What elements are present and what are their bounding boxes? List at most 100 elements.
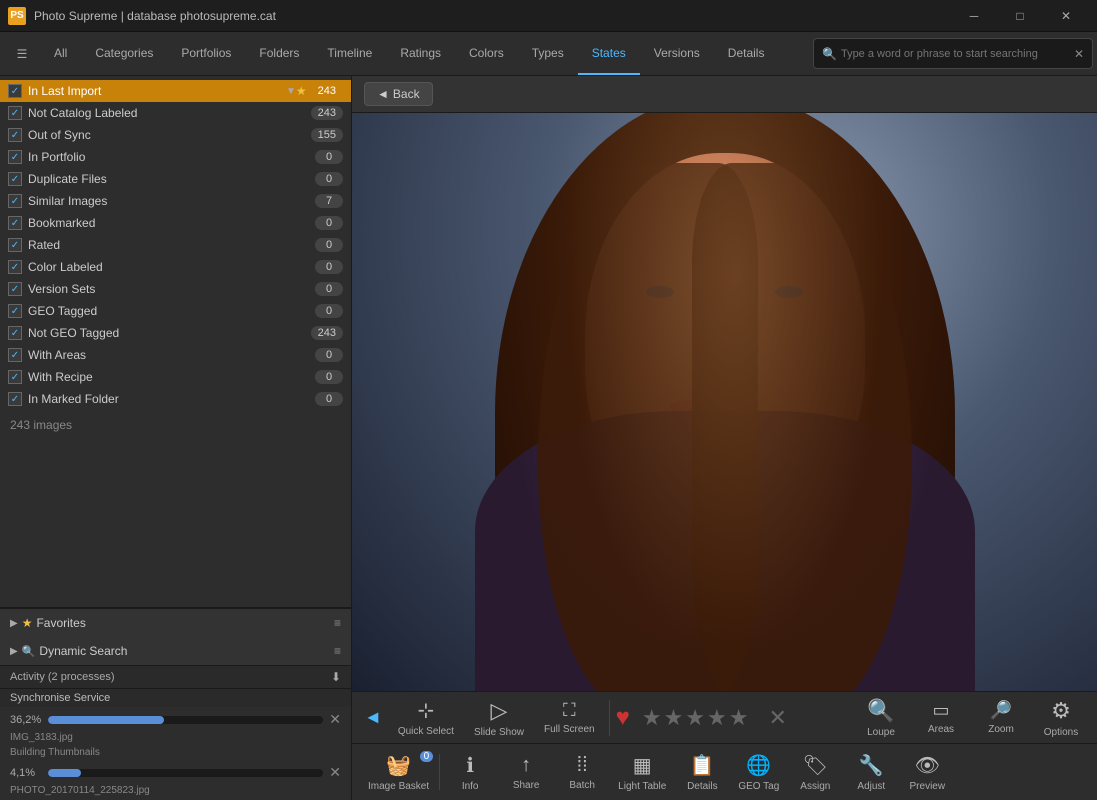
- sidebar-item-version-sets[interactable]: Version Sets 0: [0, 278, 351, 300]
- zoom-button[interactable]: 🔎 Zoom: [973, 696, 1029, 739]
- dynamic-search-item[interactable]: ▶ 🔍 Dynamic Search ≡: [0, 637, 351, 665]
- star-2-button[interactable]: ★: [664, 705, 684, 731]
- checkbox-in-marked-folder[interactable]: [8, 392, 22, 406]
- tab-details[interactable]: Details: [714, 32, 779, 75]
- close-button[interactable]: ✕: [1043, 0, 1089, 32]
- sidebar-item-similar-images[interactable]: Similar Images 7: [0, 190, 351, 212]
- expand-icon-2: ▶: [10, 646, 18, 657]
- details-button[interactable]: 📋 Details: [674, 749, 730, 796]
- image-basket-icon: 🧺: [386, 753, 411, 778]
- count-with-areas: 0: [315, 348, 343, 362]
- zoom-icon: 🔎: [990, 700, 1012, 721]
- checkbox-color-labeled[interactable]: [8, 260, 22, 274]
- tab-timeline[interactable]: Timeline: [313, 32, 386, 75]
- checkbox-in-portfolio[interactable]: [8, 150, 22, 164]
- favorites-menu-icon[interactable]: ≡: [334, 616, 341, 630]
- sidebar-item-in-portfolio[interactable]: In Portfolio 0: [0, 146, 351, 168]
- activity-expand-button[interactable]: ⬇: [331, 670, 341, 684]
- activity-bar: Activity (2 processes) ⬇: [0, 665, 351, 688]
- sidebar-item-out-of-sync[interactable]: Out of Sync 155: [0, 124, 351, 146]
- checkbox-similar-images[interactable]: [8, 194, 22, 208]
- sidebar-item-bookmarked[interactable]: Bookmarked 0: [0, 212, 351, 234]
- sidebar-item-not-catalog-labeled[interactable]: Not Catalog Labeled 243: [0, 102, 351, 124]
- sidebar-item-color-labeled[interactable]: Color Labeled 0: [0, 256, 351, 278]
- dynamic-search-menu-icon[interactable]: ≡: [334, 644, 341, 658]
- checkbox-out-of-sync[interactable]: [8, 128, 22, 142]
- tab-ratings[interactable]: Ratings: [386, 32, 455, 75]
- count-in-portfolio: 0: [315, 150, 343, 164]
- star-3-button[interactable]: ★: [685, 705, 705, 731]
- search-bar[interactable]: 🔍 ✕: [813, 38, 1093, 69]
- checkbox-with-recipe[interactable]: [8, 370, 22, 384]
- tab-folders[interactable]: Folders: [245, 32, 313, 75]
- batch-button[interactable]: ⁞⁞ Batch: [554, 750, 610, 795]
- checkbox-with-areas[interactable]: [8, 348, 22, 362]
- filter-icon: ▼: [286, 86, 296, 97]
- checkbox-not-geo-tagged[interactable]: [8, 326, 22, 340]
- sidebar-item-not-geo-tagged[interactable]: Not GEO Tagged 243: [0, 322, 351, 344]
- sidebar-item-geo-tagged[interactable]: GEO Tagged 0: [0, 300, 351, 322]
- search-clear-button[interactable]: ✕: [1074, 47, 1084, 61]
- checkbox-version-sets[interactable]: [8, 282, 22, 296]
- info-button[interactable]: ℹ Info: [442, 749, 498, 796]
- basket-count-badge: 0: [420, 751, 434, 762]
- tab-versions[interactable]: Versions: [640, 32, 714, 75]
- tab-all[interactable]: All: [40, 32, 81, 75]
- minimize-button[interactable]: ─: [951, 0, 997, 32]
- hamburger-menu-button[interactable]: ☰: [4, 32, 40, 75]
- light-table-button[interactable]: ▦ Light Table: [610, 749, 674, 796]
- checkbox-duplicate-files[interactable]: [8, 172, 22, 186]
- share-button[interactable]: ↑ Share: [498, 750, 554, 795]
- tab-colors[interactable]: Colors: [455, 32, 518, 75]
- full-screen-button[interactable]: ⛶ Full Screen: [536, 696, 603, 739]
- star-5-button[interactable]: ★: [729, 705, 749, 731]
- sync-bar: Synchronise Service: [0, 688, 351, 707]
- image-basket-button[interactable]: 🧺 0 Image Basket: [360, 749, 437, 796]
- progress-close-2-button[interactable]: ✕: [329, 764, 341, 781]
- star-1-button[interactable]: ★: [642, 705, 662, 731]
- reject-button[interactable]: ✕: [761, 705, 795, 731]
- checkbox-not-catalog-labeled[interactable]: [8, 106, 22, 120]
- geo-tag-button[interactable]: 🌐 GEO Tag: [730, 749, 787, 796]
- tab-portfolios[interactable]: Portfolios: [167, 32, 245, 75]
- heart-button[interactable]: ♥: [616, 704, 630, 732]
- progress-filename-1: IMG_3183.jpg: [0, 732, 351, 745]
- checkbox-in-last-import[interactable]: [8, 84, 22, 98]
- tab-states[interactable]: States: [578, 32, 640, 75]
- sidebar-item-duplicate-files[interactable]: Duplicate Files 0: [0, 168, 351, 190]
- checkbox-rated[interactable]: [8, 238, 22, 252]
- preview-button[interactable]: 👁 Preview: [899, 749, 955, 796]
- main-layout: In Last Import ▼ ★ 243 Not Catalog Label…: [0, 76, 1097, 800]
- favorites-item[interactable]: ▶ ★ Favorites ≡: [0, 609, 351, 637]
- count-similar-images: 7: [315, 194, 343, 208]
- adjust-button[interactable]: 🔧 Adjust: [843, 749, 899, 796]
- star-4-button[interactable]: ★: [707, 705, 727, 731]
- options-button[interactable]: ⚙ Options: [1033, 694, 1089, 742]
- rating-stars: ★ ★ ★ ★ ★: [634, 705, 757, 731]
- maximize-button[interactable]: □: [997, 0, 1043, 32]
- full-screen-icon: ⛶: [563, 700, 576, 721]
- count-not-catalog-labeled: 243: [311, 106, 343, 120]
- checkbox-bookmarked[interactable]: [8, 216, 22, 230]
- sidebar-item-with-areas[interactable]: With Areas 0: [0, 344, 351, 366]
- tab-types[interactable]: Types: [518, 32, 578, 75]
- info-icon: ℹ: [466, 753, 474, 778]
- assign-button[interactable]: 🏷 Assign: [787, 749, 843, 796]
- tab-categories[interactable]: Categories: [81, 32, 167, 75]
- loupe-button[interactable]: 🔍 Loupe: [853, 694, 909, 742]
- sidebar-item-rated[interactable]: Rated 0: [0, 234, 351, 256]
- nav-left-arrow-button[interactable]: ◄: [360, 703, 386, 732]
- progress-bar-2: [48, 769, 323, 777]
- back-button[interactable]: ◄ Back: [364, 82, 433, 106]
- search-input[interactable]: [841, 48, 1074, 60]
- slide-show-button[interactable]: ▷ Slide Show: [466, 694, 532, 742]
- quick-select-button[interactable]: ⊹ Quick Select: [390, 694, 462, 741]
- portrait-container: [352, 113, 1097, 691]
- progress-close-1-button[interactable]: ✕: [329, 711, 341, 728]
- checkbox-geo-tagged[interactable]: [8, 304, 22, 318]
- sidebar-item-in-marked-folder[interactable]: In Marked Folder 0: [0, 388, 351, 410]
- sidebar-item-with-recipe[interactable]: With Recipe 0: [0, 366, 351, 388]
- areas-button[interactable]: ▭ Areas: [913, 696, 969, 739]
- sidebar-item-in-last-import[interactable]: In Last Import ▼ ★ 243: [0, 80, 351, 102]
- slide-show-icon: ▷: [491, 698, 508, 724]
